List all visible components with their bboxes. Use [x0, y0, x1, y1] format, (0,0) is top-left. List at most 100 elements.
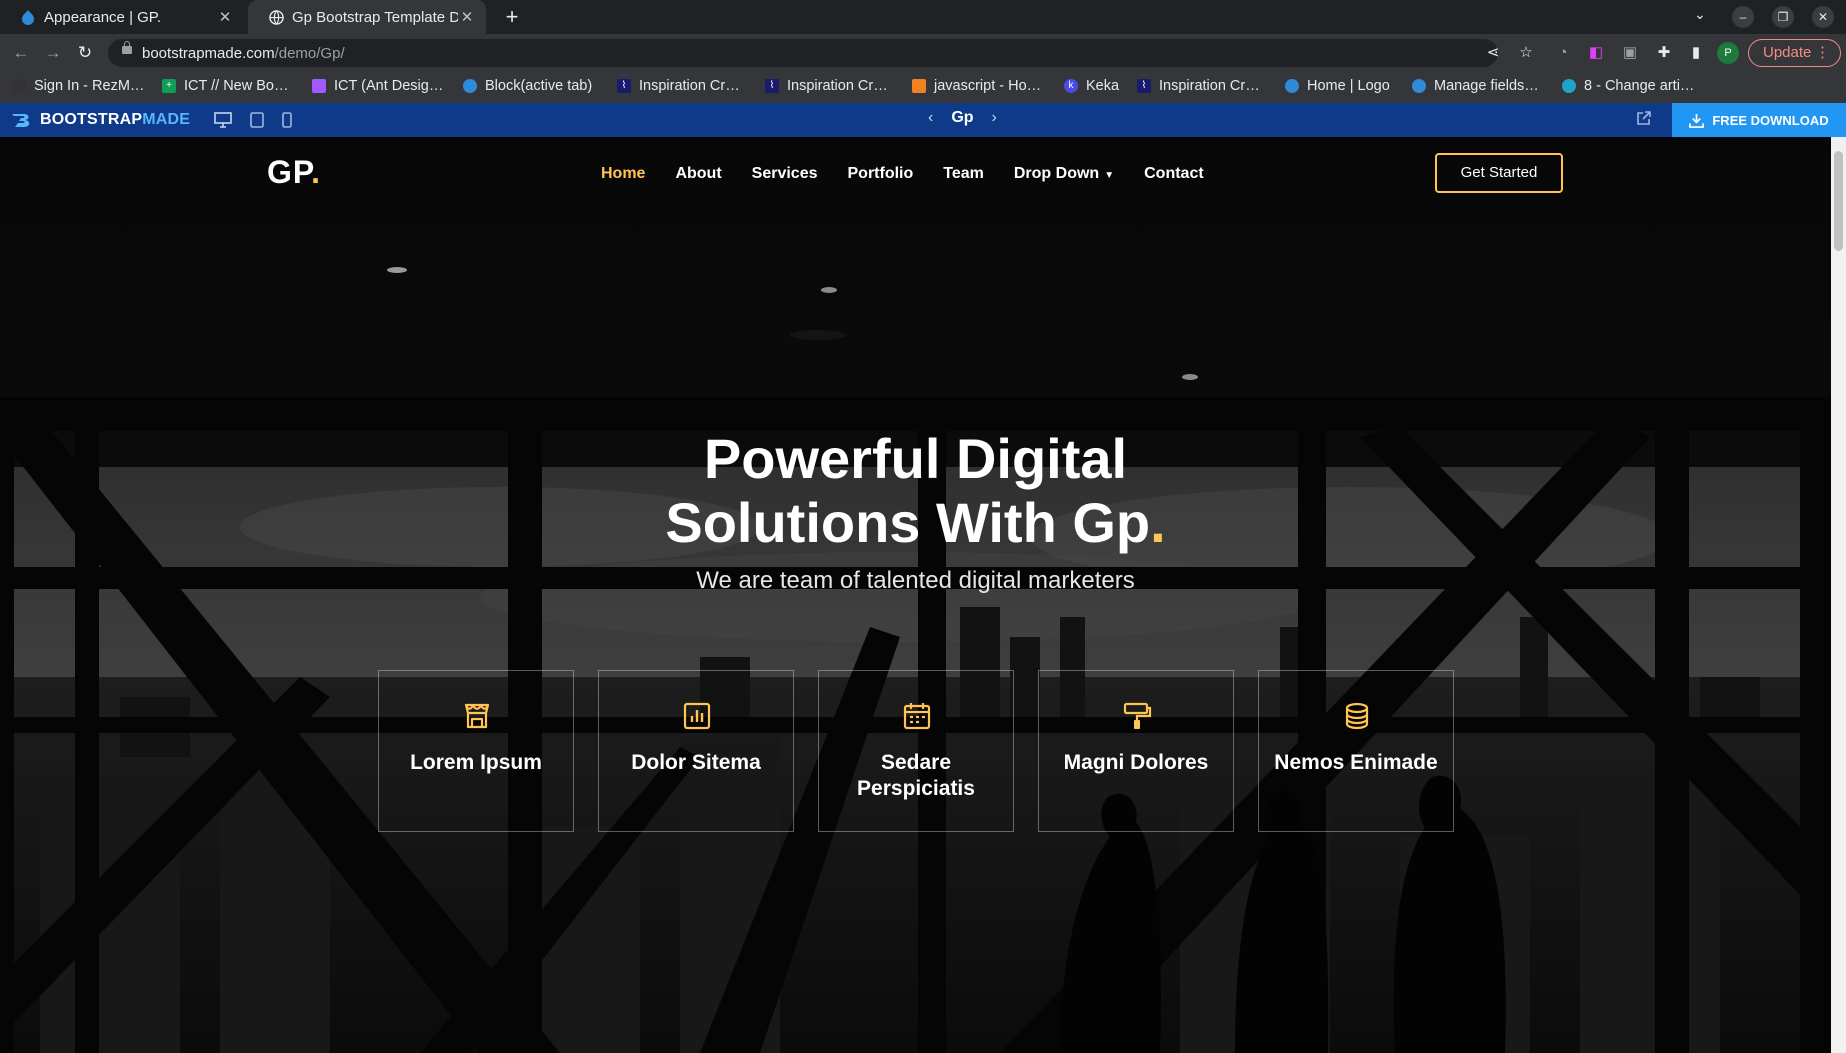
bar-chart-icon — [683, 702, 711, 730]
chevron-down-icon[interactable]: ⌄ — [1694, 6, 1706, 23]
hero-title: Powerful Digital Solutions With Gp. — [665, 427, 1166, 554]
bootstrapmade-logo[interactable]: BOOTSTRAP MADE — [10, 110, 190, 130]
site-header: GP. Home About Services Portfolio Team D… — [0, 137, 1831, 209]
calendar-icon — [903, 703, 931, 730]
star-icon[interactable]: ☆ — [1516, 43, 1536, 63]
forward-button[interactable]: → — [42, 42, 64, 64]
nav-portfolio[interactable]: Portfolio — [848, 165, 914, 183]
scrollbar-thumb[interactable] — [1834, 151, 1843, 251]
desktop-icon[interactable] — [214, 112, 232, 131]
minimize-button[interactable]: – — [1732, 6, 1754, 28]
nav-drop-down[interactable]: Drop Down ▼ — [1014, 165, 1114, 183]
hero-background-image — [0, 137, 1831, 1053]
update-button[interactable]: Update ⋮ — [1748, 39, 1841, 67]
icon-box[interactable]: Magni Dolores — [1038, 670, 1234, 832]
bookmark-item[interactable]: ⌇ Inspiration Cr… — [1137, 78, 1260, 94]
bookmark-item[interactable]: + ICT // New Bo… — [162, 78, 288, 94]
drupal-icon — [1285, 79, 1299, 93]
bootstrapmade-mark-icon — [12, 114, 30, 127]
icon-boxes: Lorem Ipsum Dolor Sitema Sedare Perspici… — [378, 670, 1454, 832]
icon-box[interactable]: Lorem Ipsum — [378, 670, 574, 832]
sheets-icon: + — [162, 79, 176, 93]
extension-off-icon[interactable]: ▣ — [1620, 43, 1640, 63]
bookmark-icon: ⌇ — [765, 79, 779, 93]
back-button[interactable]: ← — [10, 42, 32, 64]
bookmark-item[interactable]: ⌇ Inspiration Cr… — [765, 78, 888, 94]
bookmark-item[interactable]: 8 - Change arti… — [1562, 78, 1694, 94]
template-name: Gp — [951, 109, 974, 126]
reload-button[interactable]: ↻ — [74, 42, 96, 64]
bootstrapmade-bar: BOOTSTRAP MADE ‹ Gp › FREE DOWNLOAD — [0, 103, 1846, 137]
bookmark-item[interactable]: ICT (Ant Desig… — [312, 78, 443, 94]
puzzle-icon[interactable]: ✚ — [1654, 43, 1674, 63]
tab-title: Appearance | GP. — [44, 8, 162, 26]
tab-strip: Appearance | GP. ✕ Gp Bootstrap Template… — [0, 0, 1846, 34]
icon-box[interactable]: Sedare Perspiciatis — [818, 670, 1014, 832]
bookmark-item[interactable]: k Keka — [1064, 78, 1119, 94]
share-icon[interactable]: ⋖ — [1483, 43, 1503, 63]
bookmark-item[interactable]: Manage fields… — [1412, 78, 1539, 94]
bookmark-item[interactable]: javascript - Ho… — [912, 78, 1041, 94]
drupal-icon — [463, 79, 477, 93]
scrollbar[interactable] — [1831, 137, 1846, 1053]
nav-services[interactable]: Services — [752, 165, 818, 183]
browser-toolbar: ← → ↻ bootstrapmade.com/demo/Gp/ ⋖ ☆ ◔ ◧… — [0, 34, 1846, 72]
tab-gp-template[interactable]: Gp Bootstrap Template D ✕ — [248, 0, 486, 34]
database-icon — [1345, 702, 1369, 730]
new-tab-button[interactable]: + — [499, 4, 525, 30]
keka-icon: k — [1064, 79, 1078, 93]
address-bar[interactable]: bootstrapmade.com/demo/Gp/ — [108, 39, 1498, 67]
close-icon[interactable]: ✕ — [458, 8, 476, 26]
bookmarks-bar: Sign In - RezM… + ICT // New Bo… ICT (Ant… — [0, 72, 1846, 103]
bookmark-icon: ⌇ — [1137, 79, 1151, 93]
close-window-button[interactable]: ✕ — [1812, 6, 1834, 28]
page-viewport: GP. Home About Services Portfolio Team D… — [0, 137, 1846, 1053]
template-navigator: ‹ Gp › — [928, 109, 997, 127]
nav-team[interactable]: Team — [943, 165, 984, 183]
drupal-icon — [20, 9, 36, 25]
paint-roller-icon — [1123, 702, 1152, 729]
rezm-icon — [12, 79, 26, 93]
hero-section: GP. Home About Services Portfolio Team D… — [0, 137, 1831, 1053]
device-switcher — [214, 112, 292, 131]
url-text: bootstrapmade.com/demo/Gp/ — [142, 45, 345, 62]
tab-title: Gp Bootstrap Template D — [292, 8, 458, 26]
download-icon — [1689, 113, 1705, 128]
chevron-down-icon: ▼ — [1104, 170, 1115, 181]
nav-about[interactable]: About — [675, 165, 721, 183]
nav-contact[interactable]: Contact — [1144, 165, 1204, 183]
browser-chrome: Appearance | GP. ✕ Gp Bootstrap Template… — [0, 0, 1846, 103]
get-started-button[interactable]: Get Started — [1435, 153, 1563, 193]
phone-icon[interactable] — [282, 112, 292, 131]
extension-grammarly-icon[interactable]: ◔ — [1553, 43, 1573, 63]
bookmark-item[interactable]: Home | Logo — [1285, 78, 1390, 94]
main-nav: Home About Services Portfolio Team Drop … — [601, 165, 1204, 183]
extension-figma-icon[interactable]: ◧ — [1586, 43, 1606, 63]
chevron-left-icon[interactable]: ‹ — [928, 109, 933, 127]
bookmark-item[interactable]: ⌇ Inspiration Cr… — [617, 78, 740, 94]
stackoverflow-icon — [912, 79, 926, 93]
restore-button[interactable]: ❐ — [1772, 6, 1794, 28]
bookmark-item[interactable]: Sign In - RezM… — [12, 78, 144, 94]
avatar[interactable]: P — [1717, 42, 1739, 64]
icon-box[interactable]: Dolor Sitema — [598, 670, 794, 832]
tablet-icon[interactable] — [250, 112, 264, 131]
sidebar-icon[interactable]: ▮ — [1686, 43, 1706, 63]
icon-box[interactable]: Nemos Enimade — [1258, 670, 1454, 832]
more-icon: ⋮ — [1815, 44, 1830, 61]
store-icon — [464, 703, 490, 729]
hero-subtitle: We are team of talented digital marketer… — [696, 567, 1135, 594]
drupal-icon — [1412, 79, 1426, 93]
tab-appearance[interactable]: Appearance | GP. ✕ — [0, 0, 244, 34]
site-logo[interactable]: GP. — [267, 154, 321, 191]
external-link-icon[interactable] — [1636, 110, 1652, 131]
chevron-right-icon[interactable]: › — [992, 109, 997, 127]
bookmark-item[interactable]: Block(active tab) — [463, 78, 592, 94]
nav-home[interactable]: Home — [601, 165, 645, 183]
edge-icon — [1562, 79, 1576, 93]
figma-icon — [312, 79, 326, 93]
free-download-button[interactable]: FREE DOWNLOAD — [1672, 103, 1846, 137]
bookmark-icon: ⌇ — [617, 79, 631, 93]
lock-icon — [122, 41, 132, 54]
close-icon[interactable]: ✕ — [216, 8, 234, 26]
